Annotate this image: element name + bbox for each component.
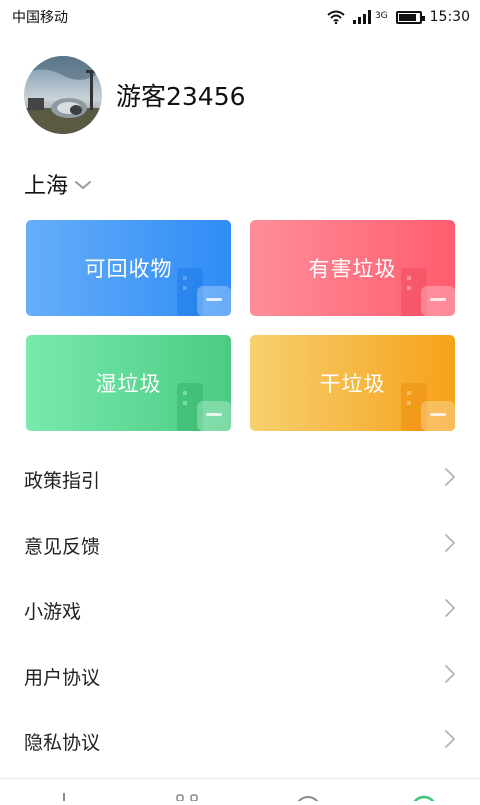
nav-profile-icon[interactable] (411, 795, 437, 805)
bin-decoration-icon (401, 383, 455, 431)
menu-item-label: 政策指引 (24, 470, 101, 493)
menu-item-feedback[interactable]: 意见反馈 (0, 513, 480, 579)
city-selector[interactable]: 上海 (24, 168, 92, 200)
menu-item-label: 用户协议 (24, 666, 101, 689)
menu-item-user-agreement[interactable]: 用户协议 (0, 644, 480, 710)
battery-icon (395, 10, 425, 24)
chevron-right-icon (444, 729, 456, 754)
chevron-right-icon (444, 664, 456, 689)
network-type: 3G (374, 11, 388, 21)
carrier-name: 中国移动 (12, 10, 68, 26)
menu-item-mini-game[interactable]: 小游戏 (0, 578, 480, 644)
category-label: 湿垃圾 (95, 372, 162, 396)
nav-category-icon[interactable] (176, 794, 198, 802)
chevron-down-icon (74, 172, 92, 197)
category-card-dry[interactable]: 干垃圾 (250, 335, 455, 431)
menu-item-label: 隐私协议 (24, 732, 101, 755)
status-indicators: 3G 15:30 (327, 9, 470, 25)
avatar[interactable] (24, 56, 102, 134)
menu-item-label: 小游戏 (24, 601, 82, 624)
wifi-icon (327, 10, 345, 24)
signal-icon (352, 10, 371, 24)
bin-decoration-icon (177, 268, 231, 316)
username: 游客23456 (116, 82, 246, 111)
category-card-wet[interactable]: 湿垃圾 (26, 335, 231, 431)
nav-search-icon[interactable] (295, 796, 321, 805)
battery-level (398, 13, 416, 21)
city-name: 上海 (24, 174, 69, 199)
chevron-right-icon (444, 598, 456, 623)
profile-header[interactable]: 游客23456 (24, 56, 246, 134)
bin-decoration-icon (401, 268, 455, 316)
chevron-right-icon (444, 533, 456, 558)
bin-decoration-icon (177, 383, 231, 431)
menu-item-privacy-policy[interactable]: 隐私协议 (0, 709, 480, 775)
menu-item-policy-guide[interactable]: 政策指引 (0, 447, 480, 513)
category-label: 干垃圾 (319, 372, 386, 396)
clock: 15:30 (429, 9, 470, 25)
category-label: 可回收物 (84, 257, 173, 281)
category-label: 有害垃圾 (308, 257, 397, 281)
category-card-hazardous[interactable]: 有害垃圾 (250, 220, 455, 316)
category-grid: 可回收物 有害垃圾 湿垃圾 干垃圾 (26, 220, 455, 431)
category-card-recyclable[interactable]: 可回收物 (26, 220, 231, 316)
chevron-right-icon (444, 467, 456, 492)
status-bar: 中国移动 3G 15:30 (0, 0, 480, 34)
settings-menu: 政策指引 意见反馈 小游戏 用户协议 隐私协议 (0, 447, 480, 775)
bottom-navigation (0, 778, 480, 805)
menu-item-label: 意见反馈 (24, 535, 101, 558)
